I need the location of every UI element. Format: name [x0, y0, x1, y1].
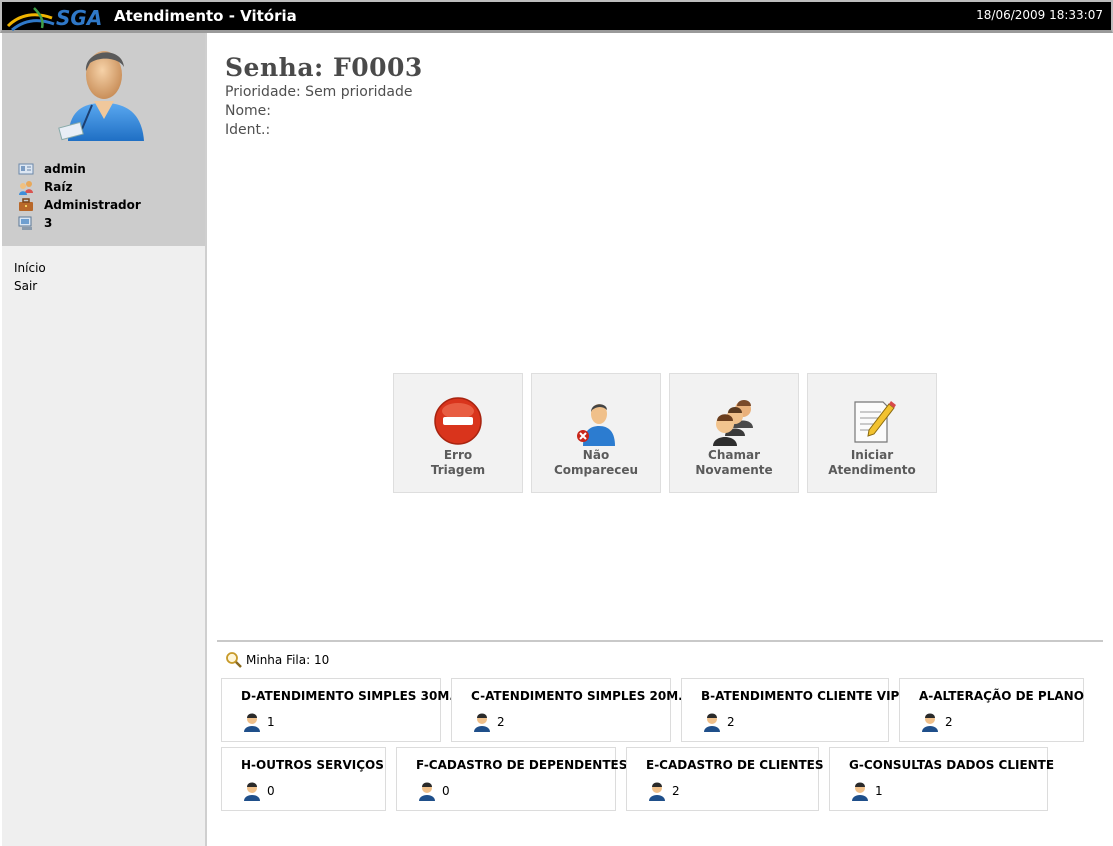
action-buttons: Erro Triagem Não Compareceu Chamar Novam…	[393, 373, 937, 493]
client-icon	[244, 713, 260, 732]
nao-compareceu-label: Não Compareceu	[553, 448, 639, 477]
chamar-novamente-button[interactable]: Chamar Novamente	[669, 373, 799, 493]
computer-icon	[18, 216, 32, 230]
service-name: B-ATENDIMENTO CLIENTE VIP	[701, 689, 900, 703]
user-role-row: Administrador	[18, 197, 141, 213]
client-icon	[922, 713, 938, 732]
service-count-value: 2	[727, 715, 735, 729]
queue-title: Minha Fila: 10	[246, 653, 330, 667]
nav-inicio-link[interactable]: Início	[14, 259, 46, 277]
ticket-number: Senha: F0003	[225, 53, 423, 82]
service-count: 1	[242, 712, 275, 732]
client-icon	[474, 713, 490, 732]
ticket-name: Nome:	[225, 103, 272, 119]
iniciar-atendimento-label: Iniciar Atendimento	[828, 448, 916, 477]
erro-triagem-label: Erro Triagem	[430, 448, 486, 477]
user-unit: Raíz	[44, 180, 73, 194]
service-card-a[interactable]: A-ALTERAÇÃO DE PLANO 2	[899, 678, 1084, 742]
user-unit-row: Raíz	[18, 179, 72, 195]
datetime: 18/06/2009 18:33:07	[976, 8, 1103, 22]
nao-compareceu-button[interactable]: Não Compareceu	[531, 373, 661, 493]
user-panel: admin Raíz Administrador 3	[2, 33, 205, 246]
service-card-h[interactable]: H-OUTROS SERVIÇOS 0	[221, 747, 386, 811]
users-group-icon	[19, 181, 33, 195]
service-count: 1	[850, 781, 883, 801]
magnifier-icon	[226, 652, 242, 668]
chamar-novamente-label: Chamar Novamente	[695, 448, 773, 477]
iniciar-atendimento-button[interactable]: Iniciar Atendimento	[807, 373, 937, 493]
service-count-value: 1	[875, 784, 883, 798]
client-icon	[419, 782, 435, 801]
sidebar-nav: Início Sair	[14, 259, 46, 295]
nav-sair-link[interactable]: Sair	[14, 277, 46, 295]
user-guiche: 3	[44, 216, 53, 230]
user-name: admin	[44, 162, 86, 176]
service-card-g[interactable]: G-CONSULTAS DADOS CLIENTE 1	[829, 747, 1054, 811]
service-card-e[interactable]: E-CADASTRO DE CLIENTES 2	[626, 747, 824, 811]
service-card-f[interactable]: F-CADASTRO DE DEPENDENTES 0	[396, 747, 627, 811]
service-count: 2	[920, 712, 953, 732]
service-name: E-CADASTRO DE CLIENTES	[646, 758, 824, 772]
service-count: 2	[647, 781, 680, 801]
service-card-d[interactable]: D-ATENDIMENTO SIMPLES 30M. 1	[221, 678, 454, 742]
ticket-ident: Ident.:	[225, 122, 271, 138]
user-name-row: admin	[18, 161, 86, 177]
divider	[217, 640, 1103, 642]
user-role: Administrador	[44, 198, 141, 212]
app-title: Atendimento - Vitória	[114, 7, 297, 25]
service-card-b[interactable]: B-ATENDIMENTO CLIENTE VIP 2	[681, 678, 899, 742]
no-entry-icon	[434, 397, 482, 445]
service-count-value: 0	[442, 784, 450, 798]
user-guiche-row: 3	[18, 215, 52, 231]
service-card-c[interactable]: C-ATENDIMENTO SIMPLES 20M. 2	[451, 678, 683, 742]
ticket-priority: Prioridade: Sem prioridade	[225, 84, 413, 100]
service-count-value: 2	[945, 715, 953, 729]
service-name: D-ATENDIMENTO SIMPLES 30M.	[241, 689, 454, 703]
service-count-value: 2	[497, 715, 505, 729]
queue-header: Minha Fila: 10	[225, 651, 329, 669]
service-name: G-CONSULTAS DADOS CLIENTE	[849, 758, 1055, 772]
logo-text: SGA	[56, 6, 103, 30]
top-bar: SGA Atendimento - Vitória 18/06/2009 18:…	[0, 0, 1113, 33]
client-icon	[244, 782, 260, 801]
service-count-value: 0	[267, 784, 275, 798]
user-avatar-icon	[58, 51, 144, 141]
id-card-icon	[18, 163, 34, 175]
edit-document-icon	[854, 401, 896, 443]
service-name: A-ALTERAÇÃO DE PLANO	[919, 689, 1084, 703]
sidebar: admin Raíz Administrador 3 Início Sair	[2, 33, 207, 846]
client-icon	[852, 782, 868, 801]
service-count: 0	[242, 781, 275, 801]
main-content: Senha: F0003 Prioridade: Sem prioridade …	[207, 33, 1113, 846]
service-name: F-CADASTRO DE DEPENDENTES	[416, 758, 628, 772]
service-count-value: 2	[672, 784, 680, 798]
briefcase-icon	[19, 198, 33, 211]
service-name: C-ATENDIMENTO SIMPLES 20M.	[471, 689, 683, 703]
service-count-value: 1	[267, 715, 275, 729]
service-count: 2	[472, 712, 505, 732]
people-group-icon	[713, 400, 753, 446]
service-count: 2	[702, 712, 735, 732]
user-absent-icon	[577, 404, 615, 446]
erro-triagem-button[interactable]: Erro Triagem	[393, 373, 523, 493]
client-icon	[704, 713, 720, 732]
service-count: 0	[417, 781, 450, 801]
client-icon	[649, 782, 665, 801]
service-name: H-OUTROS SERVIÇOS	[241, 758, 384, 772]
